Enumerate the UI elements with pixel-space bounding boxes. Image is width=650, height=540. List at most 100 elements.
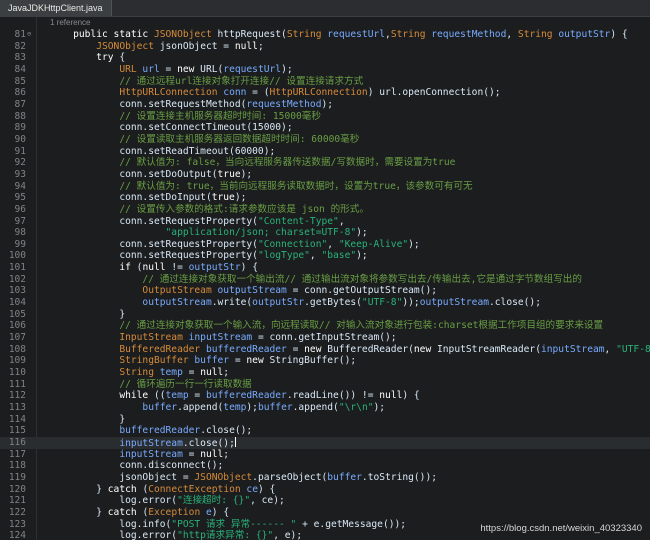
code-token: "http请求异常: {}" [177, 530, 274, 540]
code-lines: 81 ⊖ public static JSONObject httpRequest… [0, 29, 650, 540]
code-token: outputStream [211, 285, 287, 297]
code-line[interactable]: 121 log.error("连接超时: {}", ce); [0, 495, 650, 507]
code-text: JSONObject jsonObject = null; [50, 41, 264, 53]
code-text: conn.setDoOutput(true); [50, 169, 252, 181]
code-token: // 设置传入参数的格式:请求参数应该是 json 的形式。 [119, 203, 369, 215]
code-token: String [119, 367, 154, 379]
usage-hint[interactable]: 1 reference [50, 17, 90, 29]
code-line[interactable]: 113 buffer.append(temp);buffer.append("\… [0, 402, 650, 414]
code-line[interactable]: 112 while ((temp = bufferedReader.readLi… [0, 390, 650, 402]
code-line[interactable]: 108 BufferedReader bufferedReader = new … [0, 344, 650, 356]
code-line[interactable]: 83 try { [0, 52, 650, 64]
line-number: 112 [8, 390, 26, 402]
line-number: 84 [14, 63, 26, 75]
code-token: + e.getMessage()); [296, 518, 407, 530]
code-line[interactable]: 92 // 默认值为: false，当向远程服务器传送数据/写数据时，需要设置为… [0, 157, 650, 169]
code-token: "Connection" [257, 238, 328, 250]
code-token: , [327, 238, 339, 250]
code-token: "application/json; charset=UTF-8" [165, 227, 357, 239]
code-line[interactable]: 97 conn.setRequestProperty("Content-Type… [0, 216, 650, 228]
code-line[interactable]: 96 // 设置传入参数的格式:请求参数应该是 json 的形式。 [0, 204, 650, 216]
code-token: bufferedReader [205, 390, 287, 402]
code-line[interactable]: 98 "application/json; charset=UTF-8"); [0, 227, 650, 239]
code-text: conn.setRequestProperty("Content-Type", [50, 216, 344, 228]
code-line[interactable]: 106 // 通过连接对象获取一个输入流，向远程读取// 对输入流对象进行包装:… [0, 320, 650, 332]
code-line[interactable]: 110 String temp = null; [0, 367, 650, 379]
line-number: 82 [14, 40, 26, 52]
code-line[interactable]: 120 } catch (ConnectException ce) { [0, 484, 650, 496]
code-line[interactable]: 115 bufferedReader.close(); [0, 425, 650, 437]
code-line[interactable]: 101 if (null != outputStr) { [0, 262, 650, 274]
code-line[interactable]: 86 HttpURLConnection conn = (HttpURLConn… [0, 87, 650, 99]
code-line[interactable]: 91 conn.setReadTimeout(60000); [0, 146, 650, 158]
tab-title: JavaJDKHttpClient.java [8, 3, 103, 13]
code-token: .getBytes( [304, 297, 362, 309]
code-line[interactable]: 103 OutputStream outputStream = conn.get… [0, 285, 650, 297]
code-token: public static [73, 29, 154, 40]
code-line[interactable]: 89 conn.setConnectTimeout(15000); [0, 122, 650, 134]
code-line[interactable]: 90 // 设置读取主机服务器返回数据超时时间: 60000毫秒 [0, 134, 650, 146]
code-token: buffer [188, 355, 230, 367]
code-line[interactable]: 94 // 默认值为: true，当前向远程服务读取数据时，设置为true，该参… [0, 181, 650, 193]
code-line[interactable]: 114 } [0, 414, 650, 426]
code-token: ); [408, 238, 420, 250]
code-token: , [604, 343, 617, 355]
code-text: outputStream.write(outputStr.getBytes("U… [50, 297, 541, 309]
tab-java-file[interactable]: JavaJDKHttpClient.java [0, 0, 112, 16]
code-line[interactable]: 85 // 通过远程url连接对象打开连接// 设置连接请求方式 [0, 76, 650, 88]
fold-toggle-icon[interactable]: ⊖ [27, 29, 31, 41]
code-line[interactable]: 116 inputStream.close(); [0, 436, 650, 449]
code-line[interactable]: 104 outputStream.write(outputStr.getByte… [0, 297, 650, 309]
code-line[interactable]: 122 } catch (Exception e) { [0, 507, 650, 519]
code-line[interactable]: 81 ⊖ public static JSONObject httpRequest… [0, 29, 650, 41]
code-line[interactable]: 93 conn.setDoOutput(true); [0, 169, 650, 181]
code-token: conn.setDoInput( [119, 192, 212, 204]
code-line[interactable]: 82 JSONObject jsonObject = null; [0, 41, 650, 53]
code-line[interactable]: 102 // 通过连接对象获取一个输出流// 通过输出流对象将参数写出去/传输出… [0, 274, 650, 286]
code-line[interactable]: 95 conn.setDoInput(true); [0, 192, 650, 204]
line-number: 93 [14, 168, 26, 180]
code-line[interactable]: 109 StringBuffer buffer = new StringBuff… [0, 355, 650, 367]
code-token: conn.setDoOutput( [119, 168, 218, 180]
code-line[interactable]: 105 } [0, 309, 650, 321]
code-token: String [390, 29, 426, 40]
code-token: URL( [194, 63, 224, 75]
code-token: , [309, 250, 322, 262]
code-token: inputStream [540, 343, 605, 355]
line-number: 117 [8, 448, 26, 460]
code-line[interactable]: 100 conn.setRequestProperty("logType", "… [0, 250, 650, 262]
text-caret [234, 436, 236, 447]
code-token: null [234, 40, 258, 52]
code-token: .close(); [182, 437, 235, 449]
code-text: "application/json; charset=UTF-8"); [50, 227, 368, 239]
code-text: log.error("连接超时: {}", ce); [50, 495, 284, 507]
code-line[interactable]: 84 URL url = new URL(requestUrl); [0, 64, 650, 76]
code-token: .readLine()) != [286, 390, 380, 402]
code-token: log.error( [119, 530, 178, 540]
code-line[interactable]: 118 conn.disconnect(); [0, 460, 650, 472]
code-token: buffer [327, 471, 362, 483]
code-line[interactable]: 99 conn.setRequestProperty("Connection",… [0, 239, 650, 251]
code-line[interactable]: 117 inputStream = null; [0, 449, 650, 461]
code-line[interactable]: 111 // 循环遍历一行一行读取数据 [0, 379, 650, 391]
code-token: outputStr [188, 262, 241, 274]
code-token: // 默认值为: true，当前向远程服务读取数据时，设置为true，该参数可有… [119, 180, 473, 192]
code-token: null [379, 390, 403, 402]
code-text: conn.setRequestProperty("Connection", "K… [50, 238, 420, 251]
code-line[interactable]: 87 conn.setRequestMethod(requestMethod); [0, 99, 650, 111]
code-token: = [188, 390, 206, 402]
code-line[interactable]: 107 InputStream inputStream = conn.getIn… [0, 332, 650, 344]
code-line[interactable]: 88 // 设置连接主机服务器超时时间: 15000毫秒 [0, 111, 650, 123]
code-editor[interactable]: 1 reference 81 ⊖ public static JSONObject… [0, 17, 650, 540]
code-line[interactable]: 119 jsonObject = JSONObject.parseObject(… [0, 472, 650, 484]
line-number: 97 [14, 215, 26, 227]
